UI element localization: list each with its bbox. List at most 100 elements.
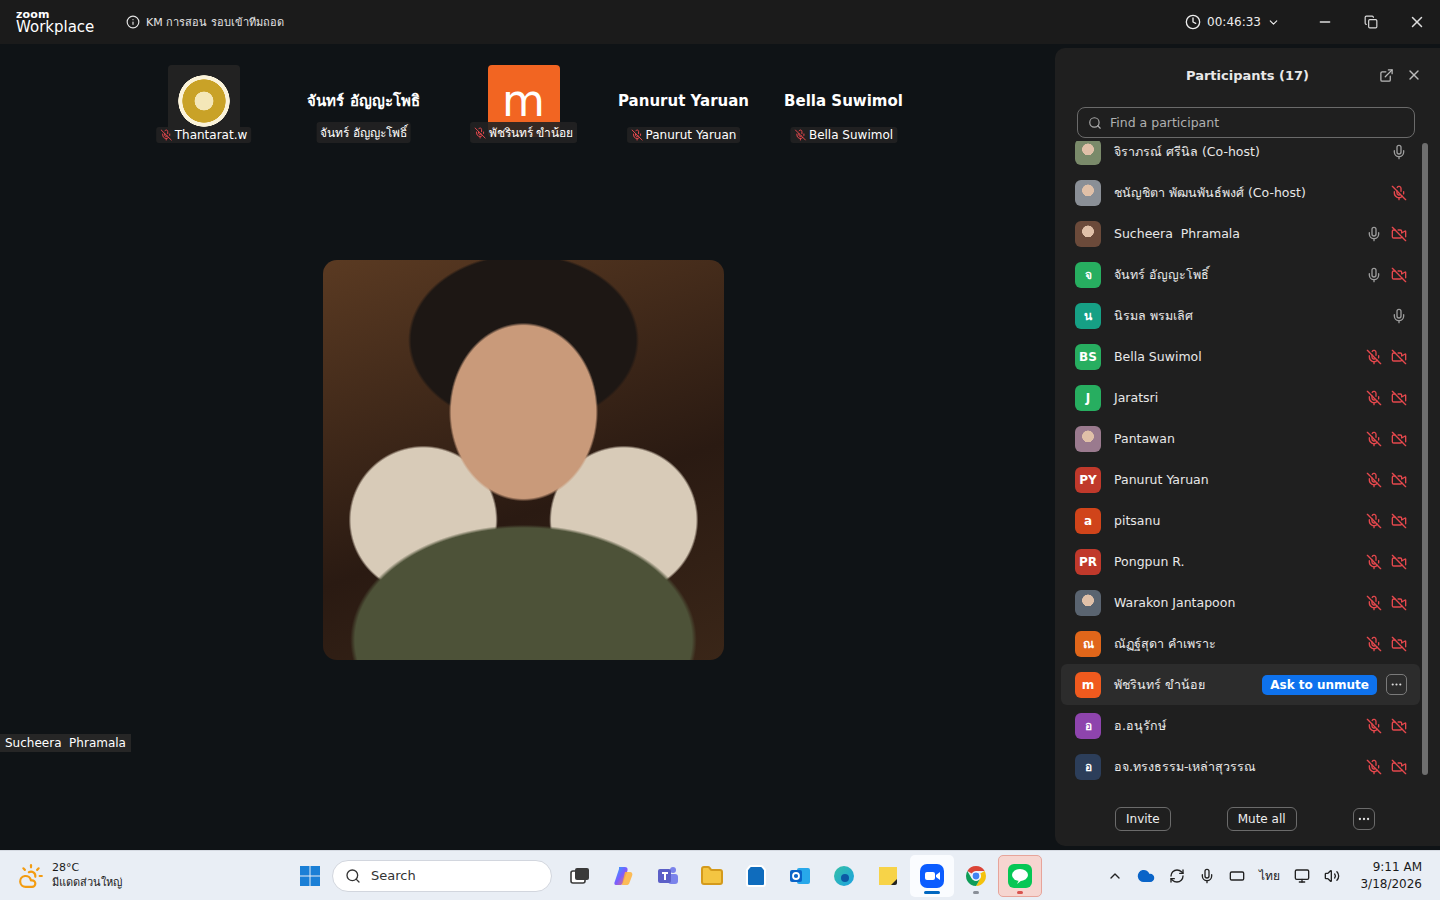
onedrive-icon[interactable] [1137, 867, 1155, 885]
zoom-window: zoomWorkplaceKM การสอน รอบเข้าทีมถอด00:4… [0, 0, 1440, 900]
taskbar-clock[interactable]: 9:11 AM3/18/2026 [1360, 859, 1422, 891]
video-off-icon[interactable] [1391, 267, 1407, 283]
participant-row[interactable]: mพัชรินทร์ ขำน้อยAsk to unmute [1061, 664, 1420, 705]
muted-mic-icon[interactable] [1366, 390, 1382, 406]
participant-name: Pantawan [1114, 431, 1353, 446]
close-panel-icon[interactable] [1406, 67, 1422, 83]
participant-row[interactable]: apitsanu [1061, 500, 1420, 541]
gallery-tile[interactable]: Thantarat.w [124, 65, 284, 145]
gallery-tile[interactable]: mพัชรินทร์ ขำน้อย [444, 65, 604, 145]
participant-row[interactable]: JJaratsri [1061, 377, 1420, 418]
taskbar-app[interactable] [690, 855, 734, 897]
participant-row[interactable]: นนิรมล พรมเลิศ [1061, 295, 1420, 336]
muted-mic-icon[interactable] [1366, 595, 1382, 611]
store-icon [744, 864, 768, 888]
minimize-button[interactable] [1302, 0, 1348, 44]
gallery-tile[interactable]: จันทร์ อัญญะโพธิจันทร์ อัญญะโพธิ์ [284, 65, 444, 145]
muted-mic-icon[interactable] [1366, 636, 1382, 652]
participant-search[interactable] [1077, 107, 1415, 138]
footer-button[interactable]: Mute all [1227, 807, 1297, 831]
restore-button[interactable] [1348, 0, 1394, 44]
video-off-icon[interactable] [1391, 636, 1407, 652]
muted-mic-icon[interactable] [1366, 718, 1382, 734]
participant-row[interactable]: PYPanurut Yaruan [1061, 459, 1420, 500]
muted-mic-icon[interactable] [1366, 472, 1382, 488]
more-icon [1390, 678, 1403, 691]
taskbar-app[interactable] [866, 855, 910, 897]
video-off-icon[interactable] [1391, 718, 1407, 734]
keyboard-layout-icon[interactable] [1229, 868, 1245, 884]
info-icon[interactable] [126, 15, 140, 29]
video-off-icon[interactable] [1391, 595, 1407, 611]
video-off-icon[interactable] [1391, 554, 1407, 570]
taskbar-app[interactable] [778, 855, 822, 897]
taskbar-app[interactable] [558, 855, 602, 897]
mic-icon[interactable] [1391, 144, 1407, 160]
participant-row[interactable]: BSBella Suwimol [1061, 336, 1420, 377]
meeting-timer[interactable]: 00:46:33 [1185, 14, 1280, 30]
gallery-tile[interactable]: Panurut YaruanPanurut Yaruan [604, 65, 764, 145]
network-icon[interactable] [1294, 868, 1310, 884]
gallery-tile[interactable]: Bella SuwimolBella Suwimol [764, 65, 924, 145]
participant-row[interactable]: Sucheera Phramala [1061, 213, 1420, 254]
speaker-name-label: Sucheera Phramala [0, 734, 131, 752]
weather-widget[interactable]: 28°Cมีแดดส่วนใหญ่ [0, 861, 290, 890]
video-off-icon[interactable] [1391, 759, 1407, 775]
more-button[interactable] [1386, 674, 1407, 695]
show-hidden-icon[interactable] [1107, 868, 1123, 884]
close-button[interactable] [1394, 0, 1440, 44]
sync-icon[interactable] [1169, 868, 1185, 884]
taskbar-search[interactable]: Search [332, 860, 552, 892]
search-input[interactable] [1108, 114, 1404, 131]
more-icon [1357, 812, 1371, 826]
muted-mic-icon[interactable] [1366, 513, 1382, 529]
taskbar-app[interactable] [954, 855, 998, 897]
taskbar-app[interactable] [734, 855, 778, 897]
participant-row[interactable]: Pantawan [1061, 418, 1420, 459]
video-off-icon[interactable] [1391, 431, 1407, 447]
scrollbar[interactable] [1422, 143, 1428, 788]
taskbar-app[interactable] [910, 855, 954, 897]
muted-mic-icon[interactable] [1366, 554, 1382, 570]
participant-row[interactable]: ออจ.ทรงธรรม-เหล่าสุวรรณ [1061, 746, 1420, 787]
pop-out-icon[interactable] [1379, 68, 1394, 83]
participant-name: อจ.ทรงธรรม-เหล่าสุวรรณ [1114, 757, 1353, 777]
mic-icon[interactable] [1366, 226, 1382, 242]
input-language[interactable]: ไทย [1259, 866, 1280, 885]
video-stage: Thantarat.wจันทร์ อัญญะโพธิจันทร์ อัญญะโ… [0, 44, 1055, 850]
video-off-icon[interactable] [1391, 226, 1407, 242]
video-off-icon[interactable] [1391, 349, 1407, 365]
participant-name: Sucheera Phramala [1114, 226, 1353, 241]
scroll-thumb[interactable] [1422, 143, 1428, 775]
participant-row[interactable]: PRPongpun R. [1061, 541, 1420, 582]
taskbar-app[interactable] [822, 855, 866, 897]
ask-to-unmute-button[interactable]: Ask to unmute [1262, 675, 1377, 695]
taskbar-app[interactable] [602, 855, 646, 897]
muted-mic-icon[interactable] [1366, 431, 1382, 447]
participant-row[interactable]: ออ.อนุรักษ์ [1061, 705, 1420, 746]
footer-button[interactable]: Invite [1115, 807, 1171, 831]
microphone-icon[interactable] [1199, 868, 1215, 884]
video-off-icon[interactable] [1391, 390, 1407, 406]
participant-avatar [1075, 141, 1101, 165]
start-button[interactable] [290, 856, 330, 896]
muted-mic-icon[interactable] [1366, 349, 1382, 365]
muted-mic-icon [474, 127, 486, 139]
participant-name: ณัฏฐ์สุดา คำเพราะ [1114, 634, 1353, 654]
participant-row[interactable]: ชนัญชิตา พัฒนพันธ์พงศ์ (Co-host) [1061, 172, 1420, 213]
more-options-button[interactable] [1353, 808, 1375, 830]
participant-row[interactable]: จิราภรณ์ ศรีนิล (Co-host) [1061, 141, 1420, 172]
participant-row[interactable]: Warakon Jantapoon [1061, 582, 1420, 623]
video-off-icon[interactable] [1391, 472, 1407, 488]
video-off-icon[interactable] [1391, 513, 1407, 529]
mic-icon[interactable] [1391, 308, 1407, 324]
participant-row[interactable]: ณณัฏฐ์สุดา คำเพราะ [1061, 623, 1420, 664]
volume-icon[interactable] [1324, 868, 1340, 884]
muted-mic-icon[interactable] [1366, 759, 1382, 775]
meeting-title[interactable]: KM การสอน รอบเข้าทีมถอด [126, 13, 284, 31]
mic-icon[interactable] [1366, 267, 1382, 283]
taskbar-app[interactable] [998, 855, 1042, 897]
participant-row[interactable]: จจันทร์ อัญญะโพธิ์ [1061, 254, 1420, 295]
taskbar-app[interactable] [646, 855, 690, 897]
muted-mic-icon[interactable] [1391, 185, 1407, 201]
